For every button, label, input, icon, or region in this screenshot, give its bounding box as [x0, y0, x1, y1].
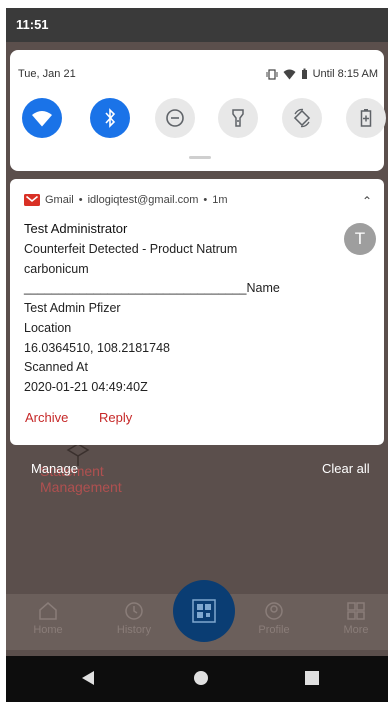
collapse-icon[interactable]: ⌃: [362, 194, 372, 208]
phone-screen: 11:51 Statement Management Home History …: [6, 8, 388, 702]
vibrate-icon: [266, 68, 278, 80]
battery-saver-icon: [360, 109, 372, 127]
do-not-disturb-icon: [166, 109, 184, 127]
flashlight-icon: [232, 109, 244, 127]
dnd-tile[interactable]: [155, 98, 195, 138]
reply-button[interactable]: Reply: [99, 410, 132, 425]
clock: 11:51: [16, 17, 49, 32]
home-icon: [39, 602, 57, 620]
alarm-text: Until 8:15 AM: [312, 68, 378, 80]
battery-saver-tile[interactable]: [346, 98, 386, 138]
wifi-icon: [32, 110, 52, 126]
qr-scan-icon: [192, 599, 216, 623]
qs-drag-handle[interactable]: [189, 156, 211, 159]
notification-body: Counterfeit Detected - Product Natrum ca…: [24, 242, 280, 394]
app-name: Gmail: [45, 194, 74, 206]
gmail-icon: [24, 194, 40, 206]
auto-rotate-icon: [293, 108, 311, 128]
back-icon[interactable]: [80, 669, 96, 687]
battery-status-icon: [301, 68, 307, 79]
account-email: idlogiqtest@gmail.com: [87, 194, 199, 206]
profile-icon: [265, 602, 283, 620]
gmail-notification[interactable]: Gmail • idlogiqtest@gmail.com • 1m ⌃ T T…: [10, 179, 384, 445]
sender-name: Test Administrator: [24, 221, 128, 236]
flashlight-tile[interactable]: [218, 98, 258, 138]
quick-settings-panel: Tue, Jan 21 Until 8:15 AM: [10, 50, 386, 171]
qs-status-right: Until 8:15 AM: [266, 68, 378, 80]
more-grid-icon: [347, 602, 365, 620]
home-button-icon[interactable]: [192, 669, 210, 687]
nav-history[interactable]: History: [104, 600, 164, 636]
manage-button[interactable]: Manage: [31, 461, 78, 476]
nav-more[interactable]: More: [326, 600, 386, 636]
qs-date: Tue, Jan 21: [18, 68, 76, 80]
nav-history-label: History: [116, 624, 152, 636]
bluetooth-icon: [105, 108, 116, 128]
avatar: T: [344, 223, 376, 255]
nav-profile[interactable]: Profile: [244, 600, 304, 636]
wifi-tile[interactable]: [22, 98, 62, 138]
nav-home-label: Home: [33, 624, 63, 636]
nav-home[interactable]: Home: [18, 600, 78, 636]
notification-header: Gmail • idlogiqtest@gmail.com • 1m: [24, 194, 228, 206]
nav-profile-label: Profile: [258, 624, 290, 636]
auto-rotate-tile[interactable]: [282, 98, 322, 138]
nav-more-label: More: [343, 624, 369, 636]
recents-icon[interactable]: [304, 669, 320, 687]
archive-button[interactable]: Archive: [25, 410, 68, 425]
wifi-status-icon: [283, 69, 296, 79]
history-icon: [125, 602, 143, 620]
notification-time: 1m: [212, 194, 228, 206]
clear-all-button[interactable]: Clear all: [322, 461, 370, 476]
system-nav-bar: [6, 656, 388, 702]
status-bar: 11:51: [6, 8, 388, 42]
scan-button[interactable]: [173, 580, 235, 642]
bluetooth-tile[interactable]: [90, 98, 130, 138]
